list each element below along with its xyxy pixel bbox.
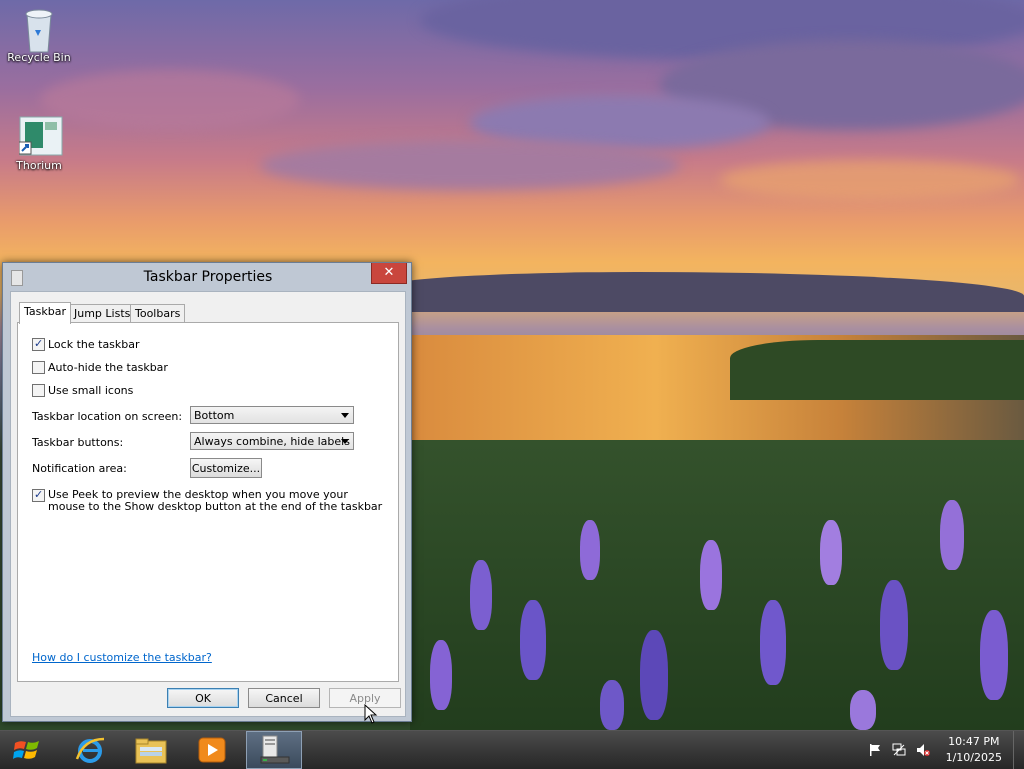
start-button[interactable] <box>0 731 56 769</box>
file-explorer-icon <box>135 738 167 764</box>
dialog-client-area: Taskbar Jump Lists Toolbars ✓ Lock the t… <box>10 291 406 717</box>
media-player-icon <box>198 737 226 763</box>
taskbar-properties-icon <box>260 735 290 764</box>
taskbar-buttons-selected-value: Always combine, hide labels <box>194 435 350 448</box>
checkbox-box[interactable]: ✓ <box>32 337 45 351</box>
location-label: Taskbar location on screen: <box>32 410 183 423</box>
checkbox-label: Use Peek to preview the desktop when you… <box>48 488 383 513</box>
tab-label: Jump Lists <box>74 307 131 320</box>
clock[interactable]: 10:47 PM 1/10/2025 <box>946 734 1002 766</box>
close-button[interactable]: ✕ <box>371 263 407 284</box>
checkbox-box[interactable] <box>32 384 45 397</box>
taskbar-buttons-label: Taskbar buttons: <box>32 436 124 449</box>
tab-label: Taskbar <box>24 305 66 318</box>
chevron-down-icon <box>341 439 349 444</box>
thorium-label: Thorium <box>16 159 62 172</box>
taskbar-properties-window: Taskbar Properties ✕ Taskbar Jump Lists … <box>2 262 412 722</box>
window-title: Taskbar Properties <box>143 269 273 285</box>
thorium-app-icon <box>18 116 63 156</box>
cancel-button[interactable]: Cancel <box>248 688 320 708</box>
volume-muted-icon[interactable] <box>916 743 930 757</box>
taskbar-file-explorer[interactable] <box>123 731 179 769</box>
chevron-down-icon <box>341 413 349 418</box>
location-dropdown[interactable]: Bottom <box>190 406 354 424</box>
help-link[interactable]: How do I customize the taskbar? <box>32 651 212 664</box>
tab-toolbars[interactable]: Toolbars <box>130 304 186 323</box>
checkbox-box[interactable] <box>32 361 45 374</box>
location-selected-value: Bottom <box>194 409 235 422</box>
checkmark-icon: ✓ <box>34 337 44 350</box>
clock-time: 10:47 PM <box>948 735 1000 748</box>
checkbox-label: Auto-hide the taskbar <box>48 361 168 374</box>
recycle-bin-icon <box>19 8 59 53</box>
checkbox-label: Lock the taskbar <box>48 338 140 351</box>
mouse-cursor-icon <box>364 704 378 724</box>
taskbar: 10:47 PM 1/10/2025 <box>0 730 1024 769</box>
tab-jump-lists[interactable]: Jump Lists <box>69 304 136 323</box>
close-icon: ✕ <box>383 265 395 280</box>
taskbar-internet-explorer[interactable] <box>62 731 118 769</box>
tab-label: Toolbars <box>135 307 181 320</box>
checkbox-box[interactable]: ✓ <box>32 488 45 502</box>
checkbox-label: Use small icons <box>48 384 134 397</box>
action-center-flag-icon[interactable] <box>868 743 882 757</box>
tab-taskbar[interactable]: Taskbar <box>19 302 71 324</box>
internet-explorer-icon <box>75 737 105 763</box>
customize-button[interactable]: Customize... <box>190 458 262 478</box>
taskbar-buttons-dropdown[interactable]: Always combine, hide labels <box>190 432 354 450</box>
show-desktop-button[interactable] <box>1013 731 1024 769</box>
checkmark-icon: ✓ <box>34 488 44 501</box>
taskbar-media-player[interactable] <box>184 731 240 769</box>
clock-date: 1/10/2025 <box>945 751 1002 764</box>
taskbar-tab-page: ✓ Lock the taskbar Auto-hide the taskbar… <box>17 322 399 682</box>
notification-area-label: Notification area: <box>32 462 127 475</box>
network-icon[interactable] <box>892 743 906 757</box>
start-orb-icon <box>13 741 39 759</box>
recycle-bin-shortcut[interactable]: Recycle Bin <box>4 8 74 64</box>
ok-button[interactable]: OK <box>167 688 239 708</box>
taskbar-taskbar-properties[interactable] <box>246 731 302 769</box>
window-titlebar[interactable]: Taskbar Properties ✕ <box>3 263 411 291</box>
thorium-shortcut[interactable]: Thorium <box>4 116 74 172</box>
